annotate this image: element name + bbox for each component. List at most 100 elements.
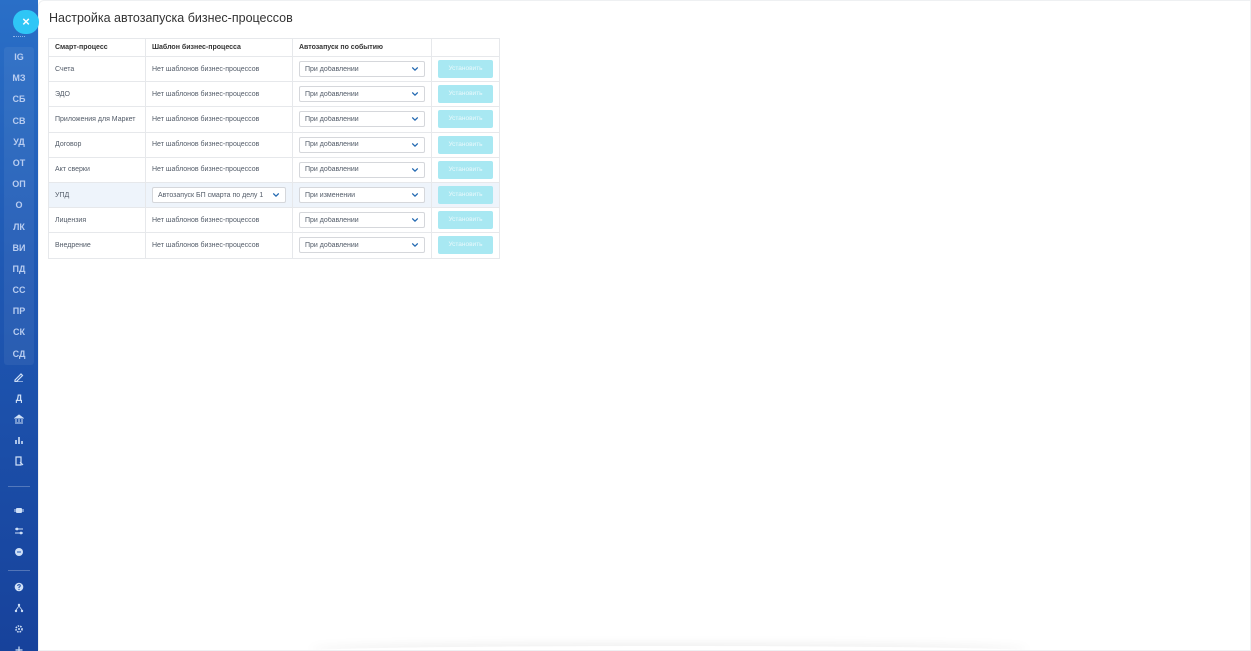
install-button[interactable]: Установить — [438, 135, 493, 154]
help-icon[interactable] — [0, 576, 38, 597]
sidebar-item-code[interactable]: ПР — [4, 301, 34, 322]
event-select[interactable]: При добавлении — [299, 111, 425, 128]
event-select[interactable]: При добавлении — [299, 161, 425, 178]
event-select[interactable]: При добавлении — [299, 212, 425, 229]
robot-icon[interactable] — [0, 499, 38, 520]
event-select-value: При добавлении — [305, 65, 359, 73]
sidebar-item-code[interactable]: ОТ — [4, 153, 34, 174]
sidebar-icon-label: Д — [15, 392, 23, 403]
sidebar-more-dots — [13, 36, 25, 38]
header-action — [431, 38, 500, 57]
chevron-down-icon — [411, 218, 419, 223]
sidebar-item-code[interactable]: СД — [4, 344, 34, 365]
cell-template: Нет шаблонов бизнес-процессов — [145, 55, 293, 83]
left-sidebar: × IG МЗ СБ СВ УД ОТ ОП О ЛК ВИ ПД СС ПР СК СД Д — [0, 0, 39, 651]
pen-icon[interactable] — [0, 366, 38, 387]
event-select[interactable]: При добавлении — [299, 61, 425, 78]
chart-icon[interactable] — [0, 429, 38, 450]
chevron-down-icon — [411, 67, 419, 71]
cell-template: Нет шаблонов бизнес-процессов — [145, 106, 293, 133]
sitemap-icon[interactable] — [0, 597, 38, 618]
docs-icon[interactable]: Д — [0, 387, 38, 408]
sidebar-bottom-group-b — [0, 576, 38, 651]
settings-icon[interactable] — [0, 618, 38, 639]
install-button[interactable]: Установить — [438, 186, 493, 205]
sidebar-tools: Д — [0, 366, 38, 471]
cell-action: Установить — [431, 181, 500, 209]
cell-action: Установить — [431, 55, 500, 83]
chevron-down-icon — [411, 92, 419, 97]
cell-action: Установить — [431, 232, 500, 259]
event-select-value: При изменении — [305, 191, 356, 199]
event-select[interactable]: При добавлении — [299, 237, 425, 254]
table-row: УПД Автозапуск БП смарта по делу 1 При изм… — [48, 181, 500, 209]
sidebar-item-code[interactable]: СК — [4, 322, 34, 343]
chevron-down-icon — [272, 193, 280, 197]
event-select-value: При добавлении — [305, 141, 359, 149]
cell-smart-process: Приложения для Маркет — [48, 106, 146, 133]
sidebar-item-code[interactable]: IG — [4, 47, 34, 68]
sidebar-item-code[interactable]: МЗ — [4, 68, 34, 89]
autostart-table: Смарт-процесс Шаблон бизнес-процесса Авт… — [48, 38, 500, 259]
cell-event: При добавлении — [292, 156, 432, 183]
cell-template: Нет шаблонов бизнес-процессов — [145, 207, 293, 234]
event-select-value: При добавлении — [305, 115, 359, 123]
install-button[interactable]: Установить — [438, 85, 493, 104]
install-button[interactable]: Установить — [438, 236, 493, 255]
cell-action: Установить — [431, 156, 500, 183]
close-button[interactable]: × — [13, 10, 39, 34]
header-smart-process: Смарт-процесс — [48, 38, 146, 57]
event-select-value: При добавлении — [305, 90, 359, 98]
sidebar-divider — [8, 486, 30, 487]
sidebar-item-code[interactable]: ПД — [4, 259, 34, 280]
chevron-down-icon — [411, 243, 419, 248]
sidebar-item-code[interactable]: СБ — [4, 89, 34, 110]
template-select[interactable]: Автозапуск БП смарта по делу 1 — [152, 187, 286, 204]
sidebar-item-code[interactable]: О — [4, 195, 34, 216]
sidebar-item-code[interactable]: УД — [4, 132, 34, 153]
chevron-down-icon — [411, 117, 419, 122]
table-row: Договор Нет шаблонов бизнес-процессов При … — [48, 131, 500, 158]
cell-action: Установить — [431, 131, 500, 158]
table-row: Лицензия Нет шаблонов бизнес-процессов При… — [48, 207, 500, 234]
sidebar-item-code[interactable]: ВИ — [4, 238, 34, 259]
sidebar-item-code[interactable]: ОП — [4, 174, 34, 195]
cell-template: Нет шаблонов бизнес-процессов — [145, 131, 293, 158]
circle-minus-icon[interactable] — [0, 541, 38, 562]
cell-event: При добавлении — [292, 232, 432, 259]
header-event: Автозапуск по событию — [292, 38, 432, 57]
event-select[interactable]: При добавлении — [299, 136, 425, 153]
sidebar-item-code[interactable]: СС — [4, 280, 34, 301]
cell-smart-process: Счета — [48, 55, 146, 83]
install-button[interactable]: Установить — [438, 211, 493, 230]
sliders-icon[interactable] — [0, 520, 38, 541]
bank-icon[interactable] — [0, 408, 38, 429]
sidebar-item-code[interactable]: СВ — [4, 111, 34, 132]
cell-template: Нет шаблонов бизнес-процессов — [145, 232, 293, 259]
table-row: Акт сверки Нет шаблонов бизнес-процессов П… — [48, 156, 500, 183]
event-select[interactable]: При изменении — [299, 187, 425, 204]
bottom-panel-shadow — [309, 646, 1029, 651]
table-row: Приложения для Маркет Нет шаблонов бизнес… — [48, 106, 500, 133]
event-select[interactable]: При добавлении — [299, 86, 425, 103]
sidebar-item-code[interactable]: ЛК — [4, 217, 34, 238]
cell-smart-process: Лицензия — [48, 207, 146, 234]
cell-action: Установить — [431, 81, 500, 108]
table-row: ЭДО Нет шаблонов бизнес-процессов При доба… — [48, 81, 500, 108]
cell-event: При добавлении — [292, 207, 432, 234]
cell-smart-process: Внедрение — [48, 232, 146, 259]
table-header-row: Смарт-процесс Шаблон бизнес-процесса Авт… — [48, 38, 500, 57]
install-button[interactable]: Установить — [438, 110, 493, 129]
template-select-value: Автозапуск БП смарта по делу 1 — [158, 191, 264, 199]
report-icon[interactable] — [0, 450, 38, 471]
plus-icon[interactable] — [0, 639, 38, 651]
install-button[interactable]: Установить — [438, 60, 493, 79]
chevron-down-icon — [411, 168, 419, 172]
chevron-down-icon — [411, 193, 419, 197]
cell-template: Нет шаблонов бизнес-процессов — [145, 81, 293, 108]
main-panel: Настройка автозапуска бизнес-процессов С… — [38, 0, 1251, 651]
cell-template: Нет шаблонов бизнес-процессов — [145, 156, 293, 183]
cell-event: При добавлении — [292, 55, 432, 83]
cell-event: При добавлении — [292, 81, 432, 108]
install-button[interactable]: Установить — [438, 160, 493, 179]
